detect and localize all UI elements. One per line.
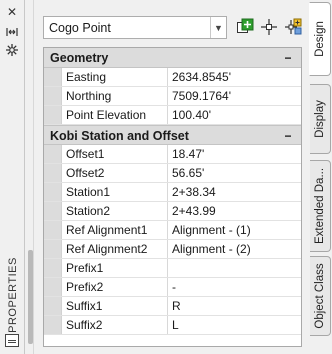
property-row-prefix1[interactable]: Prefix1 [44,259,301,278]
property-name: Prefix2 [62,278,168,296]
section-title: Geometry [50,51,109,65]
property-grid: Geometry − Easting 2634.8545' Northing 7… [43,47,302,347]
property-row-easting[interactable]: Easting 2634.8545' [44,68,301,87]
property-value[interactable]: 18.47' [168,145,301,163]
property-row-offset2[interactable]: Offset2 56.65' [44,164,301,183]
property-value[interactable]: Alignment - (2) [168,240,301,258]
property-row-ref-alignment1[interactable]: Ref Alignment1 Alignment - (1) [44,221,301,240]
property-value[interactable]: L [168,316,301,334]
properties-menu-icon[interactable] [5,334,19,347]
property-row-suffix2[interactable]: Suffix2 L [44,316,301,335]
property-row-suffix1[interactable]: Suffix1 R [44,297,301,316]
settings-icon[interactable] [4,42,20,58]
palette-title-bar: ✕ PROPERTIES [0,0,25,354]
property-value[interactable]: 56.65' [168,164,301,182]
property-value[interactable]: 2+43.99 [168,202,301,220]
tab-display[interactable]: Display [310,84,331,154]
property-name: Suffix1 [62,297,168,315]
property-row-ref-alignment2[interactable]: Ref Alignment2 Alignment - (2) [44,240,301,259]
section-geometry[interactable]: Geometry − [44,48,301,68]
property-value[interactable]: 2+38.34 [168,183,301,201]
object-type-value: Cogo Point [49,20,111,35]
auto-hide-icon[interactable] [4,24,20,40]
property-value[interactable] [168,259,301,277]
property-name: Point Elevation [62,106,168,124]
collapse-icon[interactable]: − [283,126,293,146]
property-row-prefix2[interactable]: Prefix2 - [44,278,301,297]
properties-panel: Cogo Point ▼ Geometry − Easting 2634.854… [33,0,309,354]
close-icon[interactable]: ✕ [4,4,20,20]
toggle-pickadd-icon[interactable] [283,17,303,37]
property-name: Offset1 [62,145,168,163]
property-name: Offset2 [62,164,168,182]
property-value[interactable]: R [168,297,301,315]
property-row-station1[interactable]: Station1 2+38.34 [44,183,301,202]
property-name: Easting [62,68,168,86]
object-type-select[interactable]: Cogo Point ▼ [43,16,227,39]
property-value[interactable]: Alignment - (1) [168,221,301,239]
property-value[interactable]: 100.40' [168,106,301,124]
property-row-northing[interactable]: Northing 7509.1764' [44,87,301,106]
section-kobi-station-offset[interactable]: Kobi Station and Offset − [44,125,301,145]
property-name: Station2 [62,202,168,220]
collapse-icon[interactable]: − [283,48,293,68]
property-name: Ref Alignment2 [62,240,168,258]
property-row-point-elevation[interactable]: Point Elevation 100.40' [44,106,301,125]
property-row-offset1[interactable]: Offset1 18.47' [44,145,301,164]
property-value[interactable]: 2634.8545' [168,68,301,86]
section-title: Kobi Station and Offset [50,129,189,143]
palette-title: PROPERTIES [7,257,19,333]
property-name: Suffix2 [62,316,168,334]
tab-extended-data[interactable]: Extended Da... [310,160,331,252]
property-value[interactable]: - [168,278,301,296]
property-value[interactable]: 7509.1764' [168,87,301,105]
quick-select-icon[interactable] [259,17,279,37]
property-name: Station1 [62,183,168,201]
tab-strip: Design Display Extended Da... Object Cla… [309,0,332,354]
property-row-station2[interactable]: Station2 2+43.99 [44,202,301,221]
tab-object-class[interactable]: Object Class [310,256,331,336]
tab-design[interactable]: Design [309,2,331,76]
property-name: Northing [62,87,168,105]
property-name: Prefix1 [62,259,168,277]
add-to-selection-icon[interactable] [235,17,255,37]
property-name: Ref Alignment1 [62,221,168,239]
chevron-down-icon[interactable]: ▼ [210,17,226,38]
